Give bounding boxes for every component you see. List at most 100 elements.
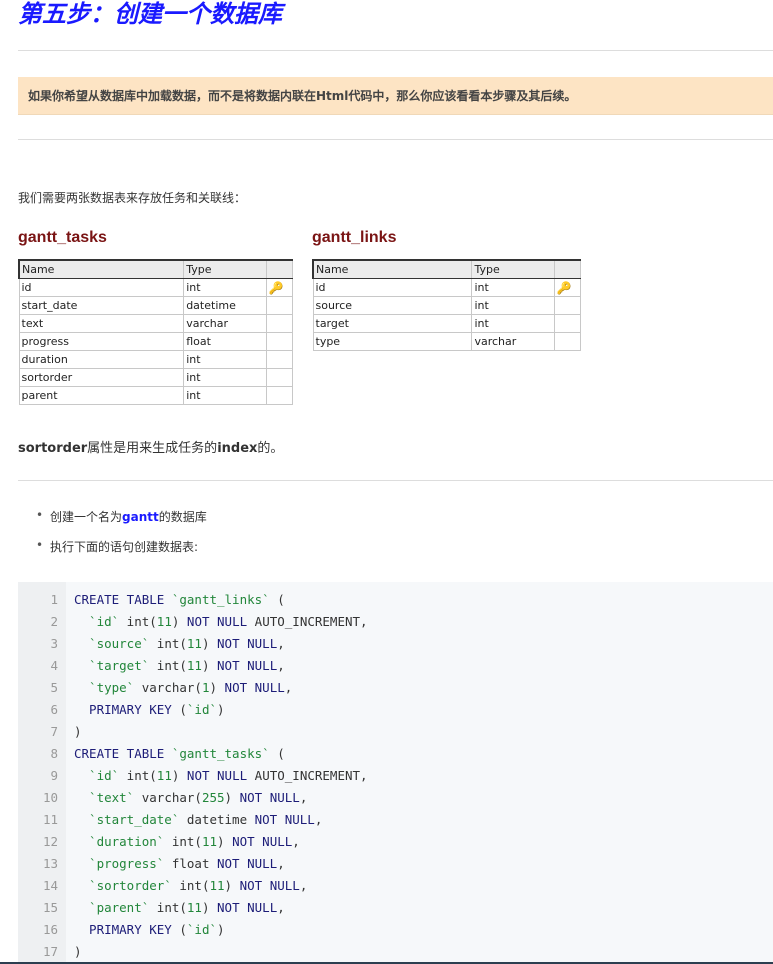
code-line: `type` varchar(1) NOT NULL, <box>74 677 292 699</box>
code-token: AUTO_INCREMENT, <box>247 614 368 629</box>
code-line: `source` int(11) NOT NULL, <box>74 633 285 655</box>
code-token: PRIMARY KEY <box>74 702 180 717</box>
code-token: ) <box>171 768 187 783</box>
table-header-row: Name Type <box>18 259 294 279</box>
code-token: NOT NULL <box>254 812 315 827</box>
table-row: target int <box>312 314 582 333</box>
code-token: 11 <box>186 636 202 651</box>
code-token: ( <box>179 702 187 717</box>
line-number: 15 <box>42 900 58 915</box>
line-number: 1 <box>50 592 58 607</box>
column-header: Name <box>312 259 473 279</box>
code-token: NOT NULL <box>217 658 278 673</box>
code-line: `duration` int(11) NOT NULL, <box>74 831 300 853</box>
field-type: int <box>183 350 267 369</box>
field-name: text <box>18 314 185 333</box>
intro-text: 我们需要两张数据表来存放任务和关联线： <box>18 191 247 205</box>
key-cell <box>553 332 582 351</box>
code-token: `sortorder` <box>74 878 172 893</box>
code-line: PRIMARY KEY (`id`) <box>74 919 224 941</box>
field-name: parent <box>18 386 185 405</box>
field-type: datetime <box>183 296 267 315</box>
column-header-key <box>553 259 582 279</box>
table-row: type varchar <box>312 332 582 351</box>
line-number: 9 <box>50 768 58 783</box>
code-token: NOT NULL <box>217 900 278 915</box>
code-token: `id` <box>74 614 120 629</box>
field-type: varchar <box>183 314 267 333</box>
code-token: NOT NULL <box>239 790 300 805</box>
code-token: ) <box>217 834 233 849</box>
sql-code-block[interactable]: 1 CREATE TABLE `gantt_links` ( 2 `id` int(… <box>18 582 773 962</box>
code-line: CREATE TABLE `gantt_links` ( <box>74 589 285 611</box>
code-line: `start_date` datetime NOT NULL, <box>74 809 322 831</box>
table-row: source int <box>312 296 582 315</box>
code-token: float <box>164 856 217 871</box>
table-row: duration int <box>18 350 294 369</box>
code-token: , <box>277 856 285 871</box>
line-number: 2 <box>50 614 58 629</box>
table-row: id int 🔑 <box>18 278 294 297</box>
key-cell <box>265 368 294 387</box>
code-token: 11 <box>186 658 202 673</box>
field-type: varchar <box>471 332 555 351</box>
line-number: 3 <box>50 636 58 651</box>
field-type: int <box>183 386 267 405</box>
line-number: 12 <box>42 834 58 849</box>
divider <box>18 139 773 140</box>
field-name: sortorder <box>18 368 185 387</box>
code-line: PRIMARY KEY (`id`) <box>74 699 224 721</box>
table-row: id int 🔑 <box>312 278 582 297</box>
code-token: NOT NULL <box>232 834 293 849</box>
code-token: `id` <box>74 768 120 783</box>
field-name: source <box>312 296 473 315</box>
code-token: , <box>277 636 285 651</box>
code-token: NOT NULL <box>239 878 300 893</box>
code-token: ) <box>171 614 187 629</box>
divider <box>18 50 773 51</box>
code-token: ) <box>74 724 82 739</box>
code-token: AUTO_INCREMENT, <box>247 768 368 783</box>
list-text: 执行下面的语句创建数据表: <box>50 540 199 554</box>
code-token: CREATE TABLE <box>74 746 172 761</box>
table-row: progress float <box>18 332 294 351</box>
code-token: ) <box>224 790 240 805</box>
code-token: NOT NULL <box>224 680 285 695</box>
key-cell <box>265 350 294 369</box>
note-text: 属性是用来生成任务的 <box>87 441 218 456</box>
field-name: target <box>312 314 473 333</box>
field-type: int <box>183 368 267 387</box>
table-row: start_date datetime <box>18 296 294 315</box>
code-token: int( <box>149 900 187 915</box>
column-header: Type <box>183 259 267 279</box>
code-token: int( <box>119 614 157 629</box>
code-token: `progress` <box>74 856 165 871</box>
column-header: Type <box>471 259 555 279</box>
note-bold: index <box>217 441 258 456</box>
code-line: `text` varchar(255) NOT NULL, <box>74 787 307 809</box>
code-token: NOT NULL <box>217 636 278 651</box>
code-token: `type` <box>74 680 135 695</box>
code-token: `id` <box>186 922 217 937</box>
code-token: 11 <box>201 834 218 849</box>
field-type: int <box>471 278 555 297</box>
code-token: ( <box>269 746 285 761</box>
field-type: int <box>471 314 555 333</box>
code-line: `progress` float NOT NULL, <box>74 853 285 875</box>
field-name: type <box>312 332 473 351</box>
code-line: `id` int(11) NOT NULL AUTO_INCREMENT, <box>74 611 368 633</box>
field-name: id <box>18 278 185 297</box>
code-token: , <box>277 658 285 673</box>
line-number: 11 <box>42 812 58 827</box>
code-token: ( <box>179 922 187 937</box>
key-cell <box>265 332 294 351</box>
list-item: 执行下面的语句创建数据表: <box>36 538 199 555</box>
code-token: ( <box>269 592 285 607</box>
key-cell <box>553 314 582 333</box>
code-token: varchar( <box>134 680 202 695</box>
line-number: 5 <box>50 680 58 695</box>
code-token: `text` <box>74 790 135 805</box>
code-token: NOT NULL <box>186 768 248 783</box>
key-cell <box>265 386 294 405</box>
table-row: sortorder int <box>18 368 294 387</box>
